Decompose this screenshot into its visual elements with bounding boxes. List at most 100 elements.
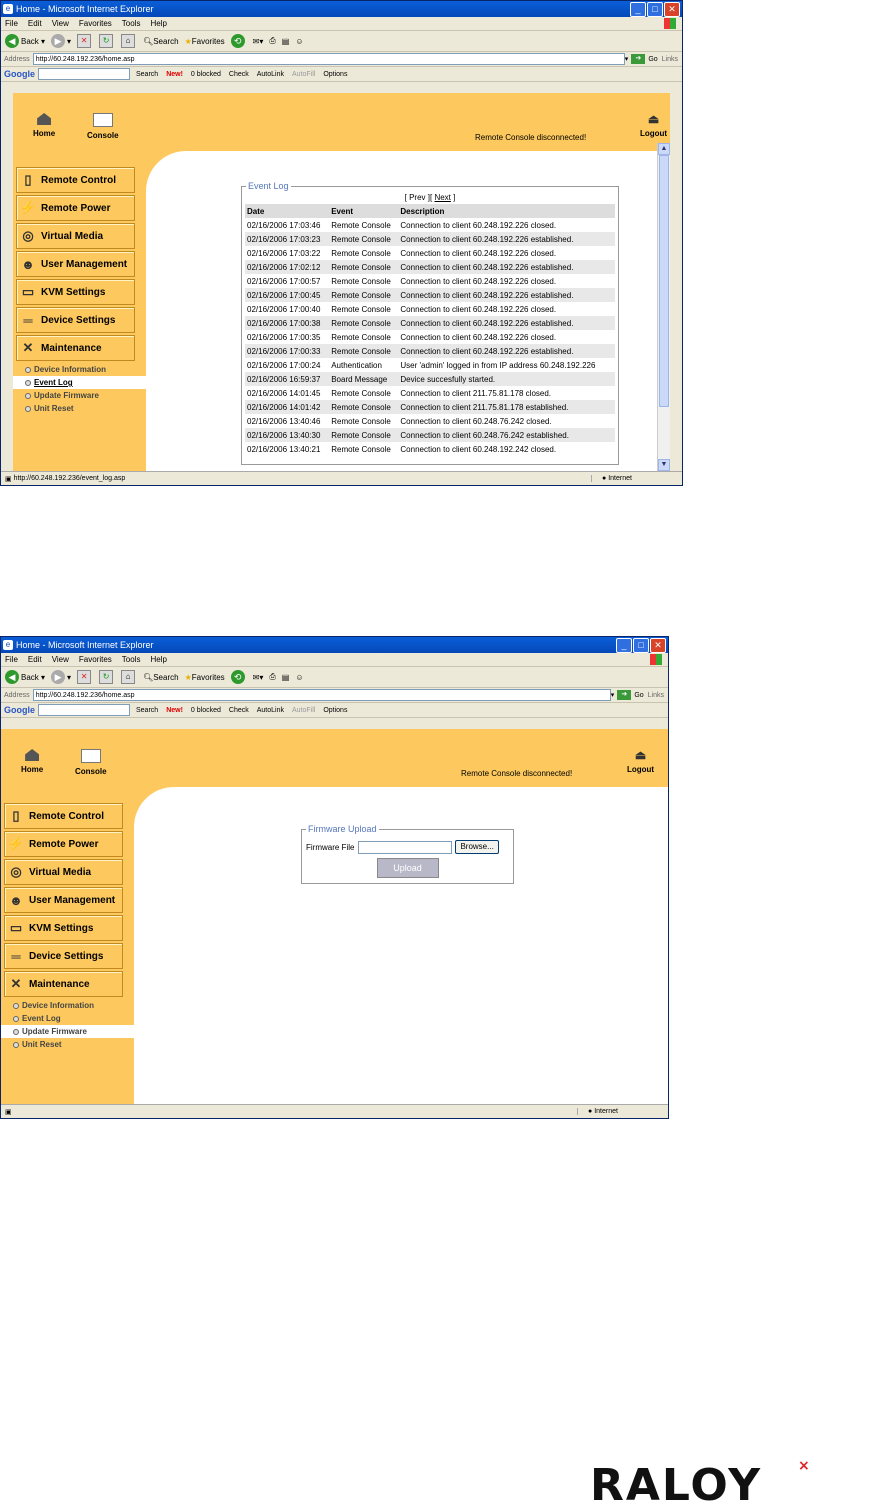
go-button[interactable]: ➜ [631, 54, 646, 64]
refresh-button[interactable]: ↻ [99, 670, 115, 684]
messenger-button[interactable]: ☺ [295, 37, 303, 46]
logout-link[interactable]: ⏏ Logout [640, 113, 667, 138]
minimize-button[interactable]: _ [616, 637, 632, 653]
print-button[interactable]: ⎙ [269, 672, 275, 682]
print-button[interactable]: ⎙ [269, 36, 275, 46]
edit-button[interactable]: ▤ [282, 37, 290, 46]
menu-edit[interactable]: Edit [28, 19, 42, 28]
subitem-device-information[interactable]: Device Information [1, 999, 134, 1012]
menu-favorites[interactable]: Favorites [79, 19, 112, 28]
menu-file[interactable]: File [5, 19, 18, 28]
maximize-button[interactable]: □ [633, 637, 649, 653]
menu-view[interactable]: View [52, 19, 69, 28]
menu-favorites[interactable]: Favorites [79, 655, 112, 664]
google-logo[interactable]: Google [4, 69, 35, 79]
menu-help[interactable]: Help [150, 19, 166, 28]
forward-button[interactable]: ▶ ▾ [51, 670, 71, 684]
autofill-button[interactable]: AutoFill [292, 71, 315, 78]
refresh-button[interactable]: ↻ [99, 34, 115, 48]
address-input[interactable]: http://60.248.192.236/home.asp [32, 689, 611, 701]
browse-button[interactable]: Browse... [455, 840, 499, 854]
sidebar-item-device-settings[interactable]: ═ Device Settings [16, 307, 135, 333]
sidebar-item-device-settings[interactable]: ═ Device Settings [4, 943, 123, 969]
sidebar-item-remote-power[interactable]: ⚡ Remote Power [16, 195, 135, 221]
home-link[interactable]: Home [33, 113, 55, 138]
sidebar-item-kvm-settings[interactable]: ▭ KVM Settings [4, 915, 123, 941]
links-button[interactable]: Links [662, 56, 678, 63]
menu-tools[interactable]: Tools [122, 19, 141, 28]
console-link[interactable]: Console [75, 749, 107, 776]
prev-link[interactable]: Prev [409, 193, 425, 202]
favorites-button[interactable]: ★ Favorites [185, 673, 225, 682]
google-options-button[interactable]: Options [323, 71, 347, 78]
address-dropdown-icon[interactable]: ▾ [625, 55, 629, 63]
sidebar-item-maintenance[interactable]: ✕ Maintenance [16, 335, 135, 361]
back-button[interactable]: ◀ Back ▾ [5, 34, 45, 48]
subitem-event-log[interactable]: Event Log [13, 376, 146, 389]
google-search-button[interactable]: Search [136, 707, 158, 714]
subitem-unit-reset[interactable]: Unit Reset [13, 402, 146, 415]
back-button[interactable]: ◀ Back ▾ [5, 670, 45, 684]
mail-button[interactable]: ✉▾ [253, 37, 264, 46]
address-dropdown-icon[interactable]: ▾ [611, 691, 615, 699]
mail-button[interactable]: ✉▾ [253, 673, 264, 682]
sidebar-item-virtual-media[interactable]: ◎ Virtual Media [16, 223, 135, 249]
maximize-button[interactable]: □ [647, 1, 663, 17]
edit-button[interactable]: ▤ [282, 673, 290, 682]
subitem-event-log[interactable]: Event Log [1, 1012, 134, 1025]
stop-button[interactable]: ✕ [77, 670, 93, 684]
close-button[interactable]: ✕ [650, 637, 666, 653]
popup-blocked-button[interactable]: 0 blocked [191, 71, 221, 78]
autolink-button[interactable]: AutoLink [257, 707, 284, 714]
subitem-device-information[interactable]: Device Information [13, 363, 146, 376]
subitem-update-firmware[interactable]: Update Firmware [13, 389, 146, 402]
autolink-button[interactable]: AutoLink [257, 71, 284, 78]
logout-link[interactable]: ⏏ Logout [627, 749, 654, 774]
minimize-button[interactable]: _ [630, 1, 646, 17]
google-search-button[interactable]: Search [136, 71, 158, 78]
close-button[interactable]: ✕ [664, 1, 680, 17]
next-link[interactable]: Next [434, 193, 450, 202]
google-logo[interactable]: Google [4, 705, 35, 715]
google-options-button[interactable]: Options [323, 707, 347, 714]
scroll-down-icon[interactable]: ▼ [658, 459, 670, 471]
sidebar-item-maintenance[interactable]: ✕ Maintenance [4, 971, 123, 997]
console-link[interactable]: Console [87, 113, 119, 140]
history-button[interactable]: ⟲ [230, 34, 247, 48]
autofill-button[interactable]: AutoFill [292, 707, 315, 714]
spell-check-button[interactable]: Check [229, 707, 249, 714]
sidebar-item-user-management[interactable]: ☻ User Management [16, 251, 135, 277]
favorites-button[interactable]: ★ Favorites [185, 37, 225, 46]
google-search-input[interactable] [38, 704, 130, 716]
menu-view[interactable]: View [52, 655, 69, 664]
subitem-update-firmware[interactable]: Update Firmware [1, 1025, 134, 1038]
address-input[interactable]: http://60.248.192.236/home.asp [32, 53, 625, 65]
sidebar-item-kvm-settings[interactable]: ▭ KVM Settings [16, 279, 135, 305]
upload-button[interactable]: Upload [376, 858, 439, 878]
home-link[interactable]: Home [21, 749, 43, 774]
search-button[interactable]: 🔍︎ Search [143, 673, 179, 682]
home-button[interactable]: ⌂ [121, 670, 137, 684]
sidebar-item-remote-control[interactable]: ▯ Remote Control [16, 167, 135, 193]
vertical-scrollbar[interactable]: ▲ ▼ [657, 143, 670, 471]
messenger-button[interactable]: ☺ [295, 673, 303, 682]
sidebar-item-virtual-media[interactable]: ◎ Virtual Media [4, 859, 123, 885]
search-button[interactable]: 🔍︎ Search [143, 37, 179, 46]
links-button[interactable]: Links [648, 692, 664, 699]
popup-blocked-button[interactable]: 0 blocked [191, 707, 221, 714]
spell-check-button[interactable]: Check [229, 71, 249, 78]
stop-button[interactable]: ✕ [77, 34, 93, 48]
scroll-up-icon[interactable]: ▲ [658, 143, 670, 155]
sidebar-item-remote-power[interactable]: ⚡ Remote Power [4, 831, 123, 857]
menu-tools[interactable]: Tools [122, 655, 141, 664]
google-search-input[interactable] [38, 68, 130, 80]
menu-edit[interactable]: Edit [28, 655, 42, 664]
firmware-file-input[interactable] [358, 840, 453, 854]
home-button[interactable]: ⌂ [121, 34, 137, 48]
subitem-unit-reset[interactable]: Unit Reset [1, 1038, 134, 1051]
go-button[interactable]: ➜ [617, 690, 632, 700]
sidebar-item-remote-control[interactable]: ▯ Remote Control [4, 803, 123, 829]
history-button[interactable]: ⟲ [230, 670, 247, 684]
forward-button[interactable]: ▶ ▾ [51, 34, 71, 48]
menu-file[interactable]: File [5, 655, 18, 664]
